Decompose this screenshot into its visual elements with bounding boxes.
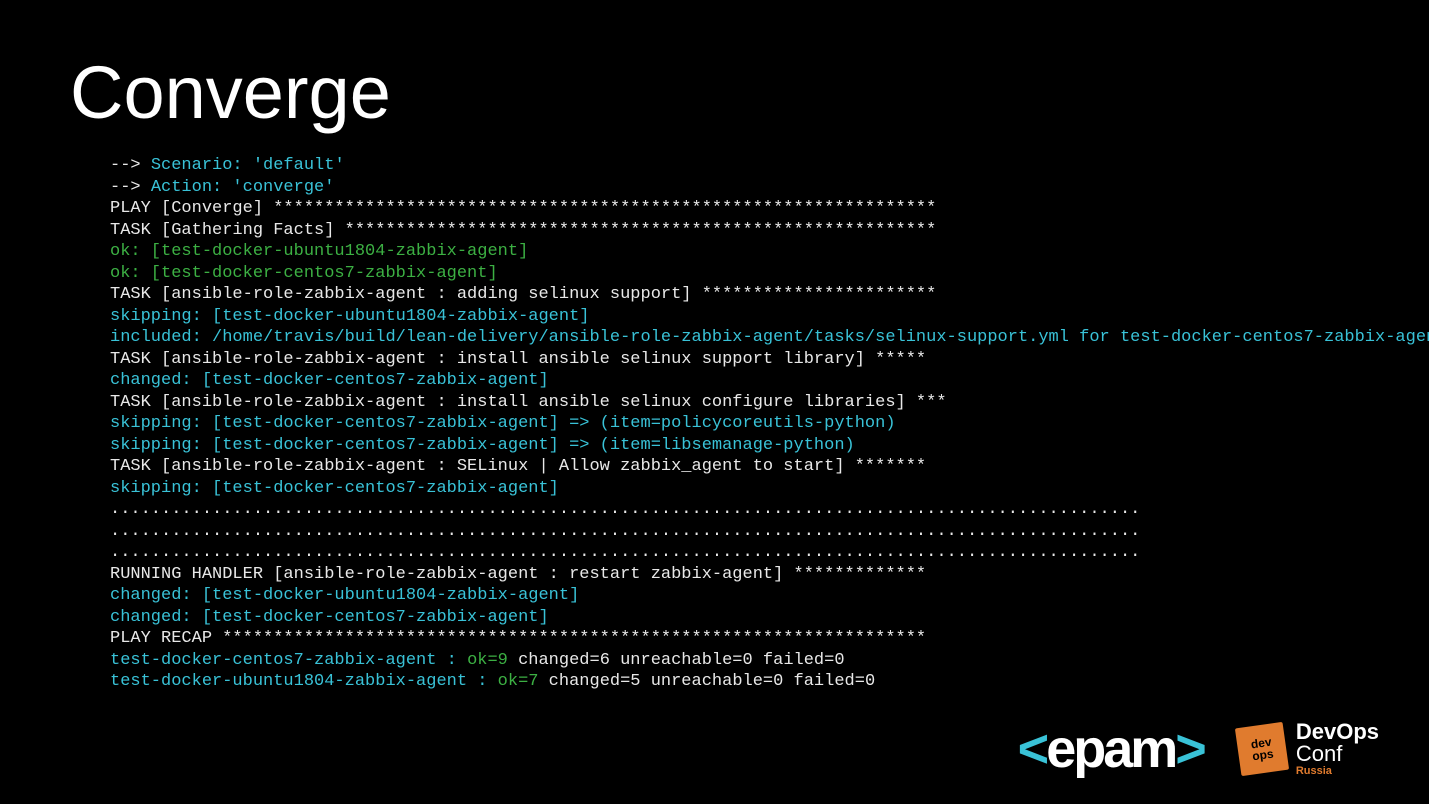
- term-segment: ........................................…: [110, 543, 1140, 562]
- term-segment: skipping: [test-docker-centos7-zabbix-ag…: [110, 479, 559, 498]
- slide: Converge --> Scenario: 'default' --> Act…: [0, 0, 1429, 804]
- term-segment: test-docker-ubuntu1804-zabbix-agent :: [110, 672, 498, 691]
- term-segment: PLAY RECAP *****************************…: [110, 629, 926, 648]
- term-segment: TASK [ansible-role-zabbix-agent : SELinu…: [110, 457, 926, 476]
- term-segment: -->: [110, 178, 151, 197]
- devops-conf-logo: devops DevOps Conf Russia: [1238, 721, 1379, 777]
- term-segment: ok=9: [467, 651, 508, 670]
- term-segment: -->: [110, 156, 151, 175]
- term-segment: RUNNING HANDLER [ansible-role-zabbix-age…: [110, 565, 926, 584]
- devops-line3: Russia: [1296, 765, 1379, 777]
- term-segment: Action: 'converge': [151, 178, 335, 197]
- angle-close-icon: >: [1175, 718, 1204, 780]
- term-segment: ........................................…: [110, 522, 1140, 541]
- term-segment: changed: [test-docker-centos7-zabbix-age…: [110, 371, 549, 390]
- term-segment: changed: [test-docker-centos7-zabbix-age…: [110, 608, 549, 627]
- devops-line2: Conf: [1296, 743, 1379, 765]
- devops-badge-icon: devops: [1235, 722, 1289, 776]
- term-segment: TASK [ansible-role-zabbix-agent : instal…: [110, 350, 926, 369]
- term-segment: changed=6 unreachable=0 failed=0: [508, 651, 845, 670]
- devops-badge-bot: ops: [1251, 747, 1274, 764]
- term-segment: TASK [ansible-role-zabbix-agent : adding…: [110, 285, 936, 304]
- term-segment: changed=5 unreachable=0 failed=0: [538, 672, 875, 691]
- slide-title: Converge: [70, 50, 1359, 135]
- term-segment: included: /home/travis/build/lean-delive…: [110, 328, 1429, 347]
- term-segment: ok: [test-docker-ubuntu1804-zabbix-agent…: [110, 242, 528, 261]
- terminal-output: --> Scenario: 'default' --> Action: 'con…: [110, 155, 1359, 693]
- term-segment: TASK [Gathering Facts] *****************…: [110, 221, 936, 240]
- term-segment: skipping: [test-docker-centos7-zabbix-ag…: [110, 414, 896, 433]
- logo-bar: <epam> devops DevOps Conf Russia: [1018, 718, 1379, 780]
- term-segment: Scenario: 'default': [151, 156, 345, 175]
- term-segment: ok=7: [498, 672, 539, 691]
- devops-text: DevOps Conf Russia: [1296, 721, 1379, 777]
- term-segment: ok: [test-docker-centos7-zabbix-agent]: [110, 264, 498, 283]
- devops-line1: DevOps: [1296, 721, 1379, 743]
- term-segment: TASK [ansible-role-zabbix-agent : instal…: [110, 393, 947, 412]
- angle-open-icon: <: [1018, 718, 1047, 780]
- epam-text: epam: [1046, 718, 1175, 780]
- term-segment: changed: [test-docker-ubuntu1804-zabbix-…: [110, 586, 579, 605]
- term-segment: PLAY [Converge] ************************…: [110, 199, 936, 218]
- epam-logo: <epam>: [1018, 718, 1204, 780]
- term-segment: skipping: [test-docker-centos7-zabbix-ag…: [110, 436, 855, 455]
- term-segment: skipping: [test-docker-ubuntu1804-zabbix…: [110, 307, 589, 326]
- term-segment: ........................................…: [110, 500, 1140, 519]
- term-segment: test-docker-centos7-zabbix-agent :: [110, 651, 467, 670]
